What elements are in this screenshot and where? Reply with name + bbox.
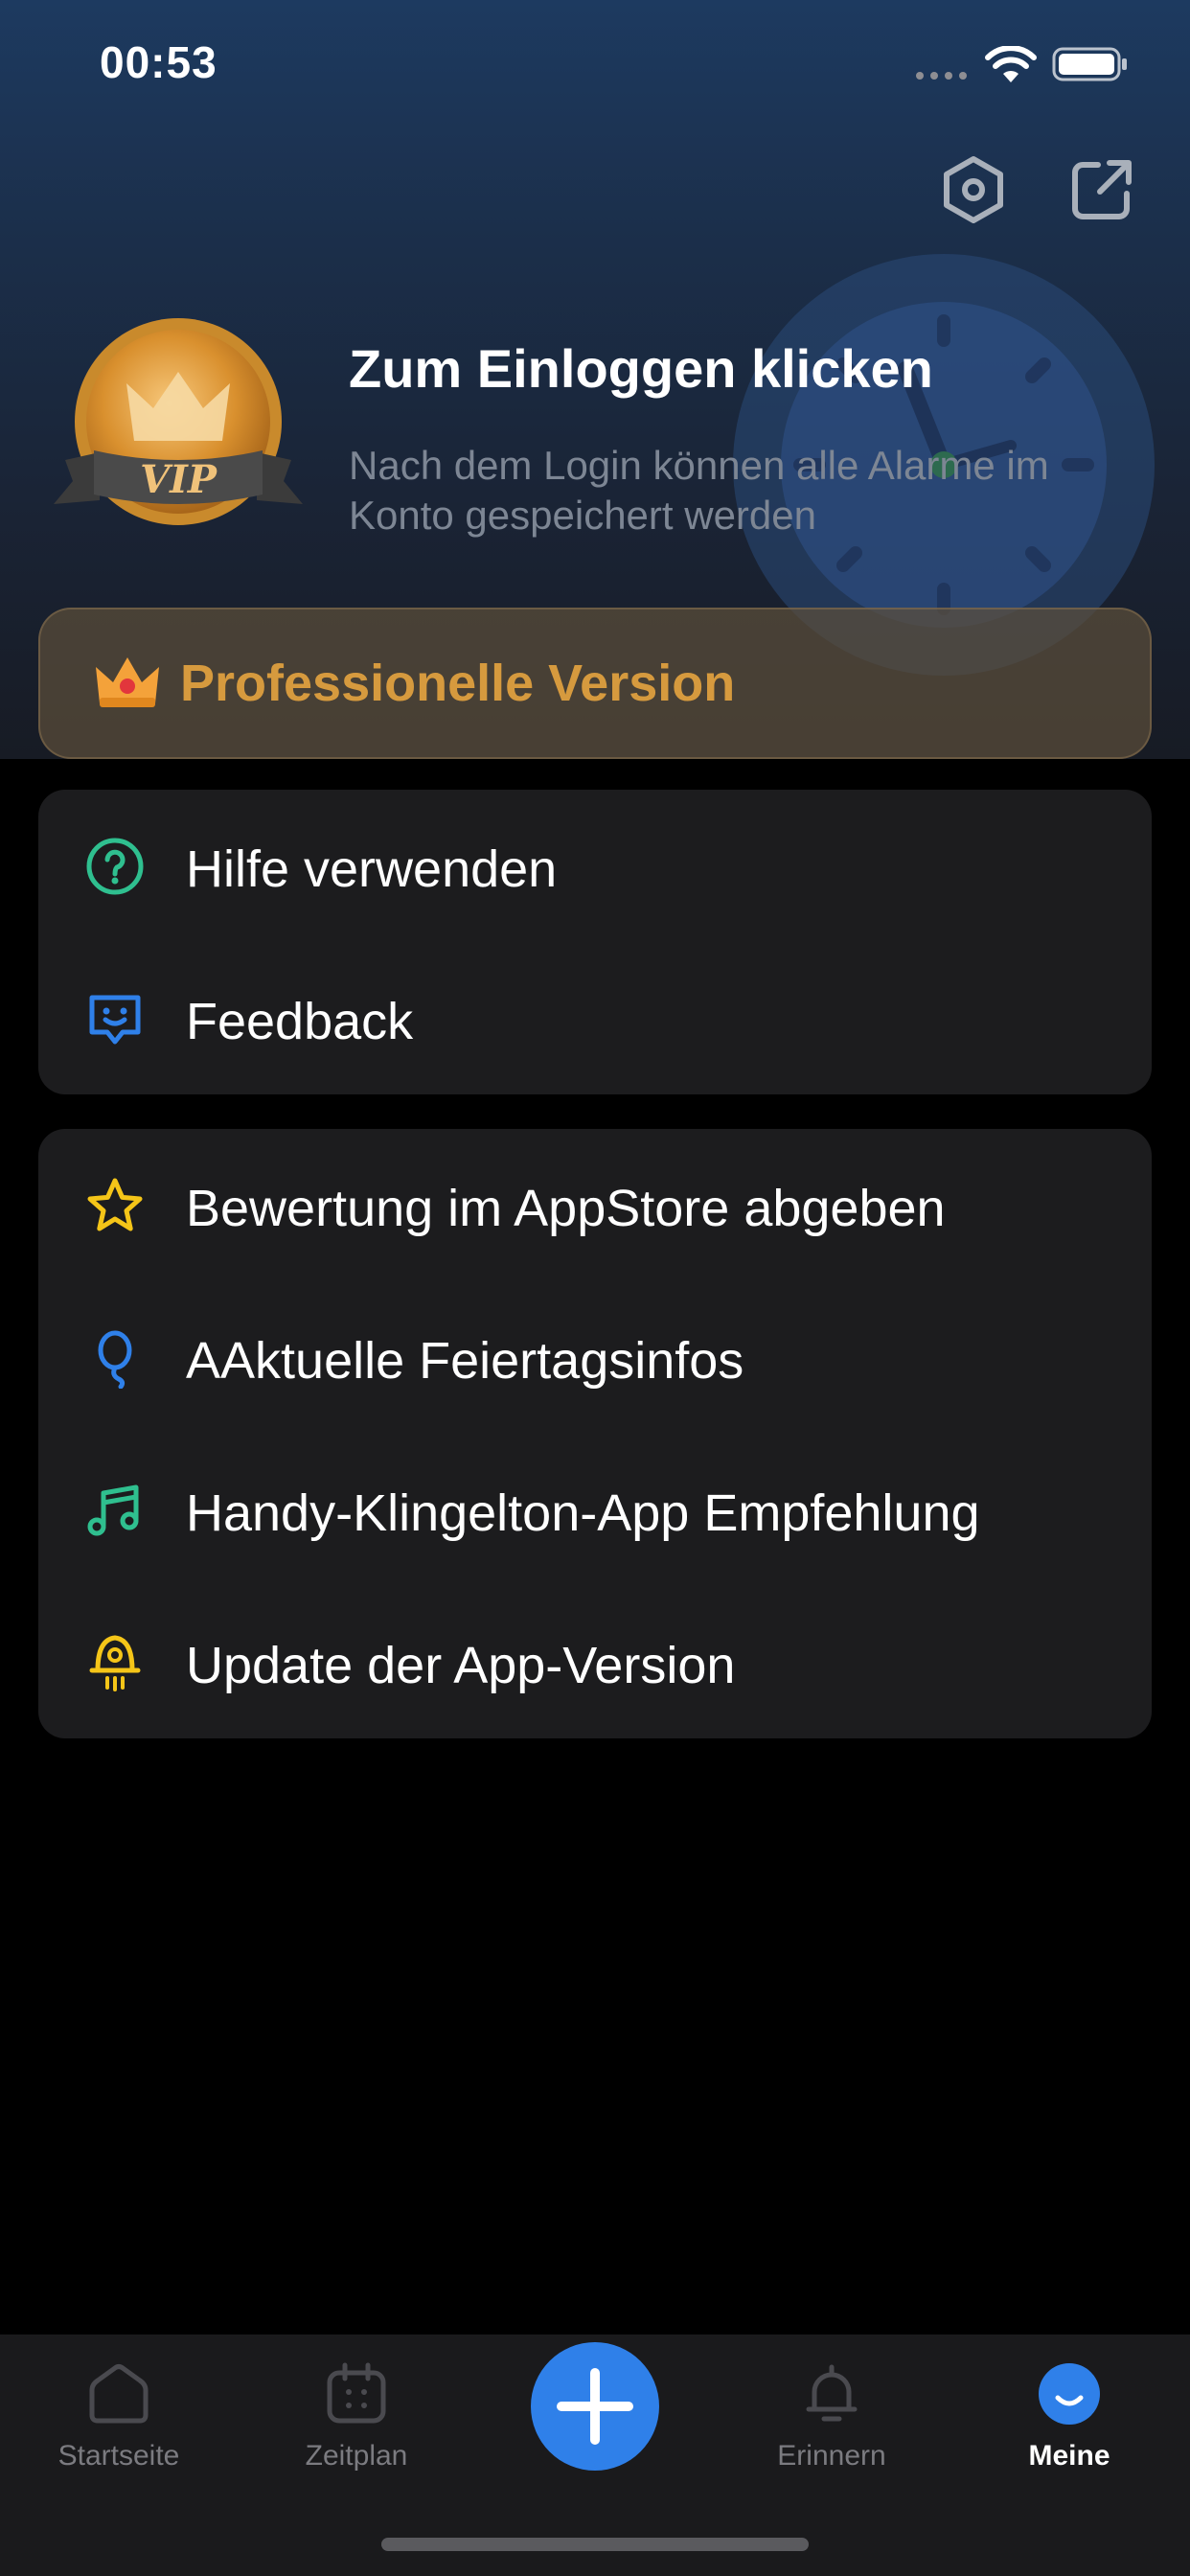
ringtone-app-label: Handy-Klingelton-App Empfehlung [186, 1484, 980, 1542]
profile-header: 00:53 VIP Zum Einloggen klicken Nach dem… [0, 0, 1190, 759]
help-menu-card: Hilfe verwenden Feedback [38, 790, 1152, 1094]
tab-meine[interactable]: Meine [950, 2334, 1188, 2507]
help-row[interactable]: Hilfe verwenden [38, 790, 1152, 942]
ringtone-app-row[interactable]: Handy-Klingelton-App Empfehlung [38, 1434, 1152, 1586]
pro-version-label: Professionelle Version [180, 655, 736, 712]
profile-smile-icon [1039, 2363, 1100, 2425]
pro-version-banner[interactable]: Professionelle Version [38, 608, 1152, 759]
feedback-label: Feedback [186, 993, 414, 1050]
holiday-info-label: AAktuelle Feiertagsinfos [186, 1332, 744, 1390]
app-update-label: Update der App-Version [186, 1637, 736, 1694]
hexagon-settings-icon[interactable] [937, 153, 1010, 226]
rate-appstore-row[interactable]: Bewertung im AppStore abgeben [38, 1129, 1152, 1281]
signal-icon [916, 72, 967, 80]
status-bar: 00:53 [0, 0, 1190, 134]
rocket-update-icon [89, 1635, 141, 1691]
login-subtitle: Nach dem Login können alle Alarme im Kon… [349, 443, 1049, 538]
vip-badge-avatar[interactable]: VIP [46, 316, 310, 537]
tab-label-meine: Meine [1028, 2440, 1110, 2472]
feedback-row[interactable]: Feedback [38, 942, 1152, 1094]
app-update-row[interactable]: Update der App-Version [38, 1586, 1152, 1738]
tab-zeitplan[interactable]: Zeitplan [238, 2334, 475, 2507]
share-external-icon[interactable] [1065, 153, 1138, 226]
help-label: Hilfe verwenden [186, 840, 558, 898]
smile-feedback-icon [89, 995, 141, 1045]
holiday-info-row[interactable]: AAktuelle Feiertagsinfos [38, 1281, 1152, 1434]
help-circle-icon [86, 838, 144, 895]
plus-icon [557, 2368, 633, 2445]
balloon-icon [98, 1330, 132, 1389]
add-alarm-button[interactable] [531, 2342, 659, 2471]
wifi-icon [985, 46, 1037, 82]
home-icon [89, 2364, 149, 2424]
rate-appstore-label: Bewertung im AppStore abgeben [186, 1180, 946, 1237]
login-title[interactable]: Zum Einloggen klicken [349, 337, 933, 400]
status-time: 00:53 [100, 37, 217, 87]
vip-badge-text: VIP [140, 457, 218, 502]
crown-icon [96, 657, 159, 707]
star-icon [87, 1178, 143, 1231]
profile-page: 00:53 VIP Zum Einloggen klicken Nach dem… [0, 0, 1190, 2576]
music-note-icon [87, 1484, 139, 1536]
tab-label-zeitplan: Zeitplan [305, 2440, 408, 2472]
tab-label-startseite: Startseite [57, 2440, 180, 2472]
tab-erinnern[interactable]: Erinnern [713, 2334, 950, 2507]
tab-startseite[interactable]: Startseite [0, 2334, 238, 2507]
home-indicator[interactable] [381, 2538, 809, 2551]
bell-icon [806, 2364, 858, 2422]
calendar-icon [327, 2362, 386, 2424]
tab-label-erinnern: Erinnern [777, 2440, 886, 2472]
more-menu-card: Bewertung im AppStore abgeben AAktuelle … [38, 1129, 1152, 1738]
battery-icon [1052, 47, 1127, 81]
